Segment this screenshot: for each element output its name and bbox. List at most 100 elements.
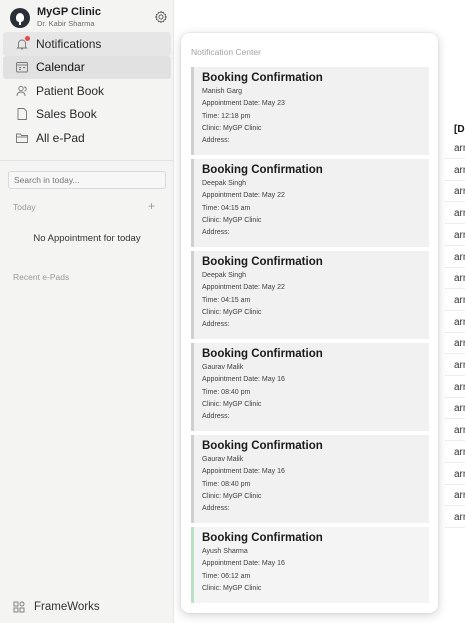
background-table-cell: arma — [454, 468, 465, 480]
clinic-name: Clinic: MyGP Clinic — [202, 124, 262, 132]
appointment-date: Appointment Date: May 22 — [202, 192, 285, 200]
clinic-header[interactable]: MyGP Clinic Dr. Kabir Sharma — [10, 6, 170, 30]
background-row-divider — [445, 158, 465, 159]
address: Address: — [202, 321, 230, 329]
background-row-divider — [445, 483, 465, 485]
background-table-cell: arma — [454, 360, 465, 371]
background-row-divider — [445, 201, 465, 203]
today-search-input[interactable] — [8, 171, 166, 189]
appointment-time: Time: 08:40 pm — [202, 388, 251, 396]
today-section-label: Today — [13, 202, 36, 212]
background-row-divider — [445, 375, 465, 376]
clinic-logo — [10, 8, 30, 28]
appointment-time: Time: 06:12 am — [202, 572, 251, 580]
sidebar-item-label: Calendar — [36, 60, 85, 75]
notification-title: Booking Confirmation — [202, 440, 323, 452]
frameworks-button[interactable]: FrameWorks — [12, 600, 100, 614]
background-table-column — [453, 0, 465, 623]
background-row-divider — [445, 396, 465, 398]
add-appointment-button[interactable]: + — [148, 199, 155, 213]
background-row-divider — [445, 440, 465, 442]
notification-card[interactable]: Booking Confirmation Deepak Singh Appoin… — [191, 251, 429, 339]
background-row-divider — [445, 179, 465, 181]
background-table-cell: arma — [454, 294, 465, 306]
appointment-date: Appointment Date: May 16 — [202, 560, 285, 568]
background-table-cell: arma — [454, 511, 465, 523]
notification-title: Booking Confirmation — [202, 164, 323, 176]
recent-epads-label: Recent e-Pads — [13, 272, 70, 282]
background-table-cell: arma — [454, 381, 465, 393]
sidebar-item-label: Sales Book — [36, 107, 97, 122]
appointment-date: Appointment Date: May 23 — [202, 100, 285, 108]
background-table-cell: arma — [454, 186, 465, 198]
notification-card[interactable]: Booking Confirmation Gaurav Malik Appoin… — [191, 343, 429, 431]
background-row-divider — [445, 244, 465, 246]
appointment-date: Appointment Date: May 22 — [202, 284, 285, 292]
patient-name: Deepak Singh — [202, 272, 246, 279]
appointment-date: Appointment Date: May 16 — [202, 468, 285, 476]
patient-name: Gaurav Malik — [202, 456, 244, 463]
notification-dot — [25, 35, 30, 41]
doctor-name: Dr. Kabir Sharma — [37, 19, 95, 28]
address: Address: — [202, 229, 230, 237]
patient-name: Ayush Sharma — [202, 548, 248, 555]
notification-center-title: Notification Center — [191, 47, 261, 57]
sidebar-item-all-epad[interactable]: All e-Pad — [3, 126, 171, 150]
background-column-header: [Doct — [454, 124, 465, 135]
background-table-cell: arma — [454, 164, 465, 176]
background-table-cell: arma — [454, 403, 465, 415]
notification-title: Booking Confirmation — [202, 532, 323, 544]
clinic-name: Clinic: MyGP Clinic — [202, 400, 262, 408]
address: Address: — [202, 505, 230, 513]
clinic-name: Clinic: MyGP Clinic — [202, 216, 262, 224]
grid-icon — [12, 600, 26, 614]
notification-title: Booking Confirmation — [202, 256, 323, 268]
background-table-cell: arma — [454, 446, 465, 458]
background-table-cell: arma — [454, 316, 465, 328]
notification-card-unread[interactable]: Booking Confirmation Ayush Sharma Appoin… — [191, 527, 429, 603]
people-icon — [15, 84, 29, 98]
notification-title: Booking Confirmation — [202, 348, 323, 360]
appointment-date: Appointment Date: May 16 — [202, 376, 285, 384]
notification-card[interactable]: Booking Confirmation Manish Garg Appoint… — [191, 67, 429, 155]
background-row-divider — [445, 288, 465, 290]
background-row-divider — [445, 505, 465, 507]
no-appointment-message: No Appointment for today — [33, 233, 141, 244]
background-table-cell: arma — [454, 338, 465, 350]
patient-name: Gaurav Malik — [202, 364, 244, 371]
clinic-name: Clinic: MyGP Clinic — [202, 584, 262, 592]
patient-name: Manish Garg — [202, 88, 243, 95]
document-icon — [15, 107, 29, 121]
sidebar-item-sales-book[interactable]: Sales Book — [3, 103, 171, 127]
sidebar-nav: Notifications Calendar Patient Book Sale… — [0, 32, 174, 150]
background-row-divider — [445, 223, 465, 225]
sidebar-item-patient-book[interactable]: Patient Book — [3, 79, 171, 103]
background-row-divider — [445, 353, 465, 355]
background-row-divider — [445, 266, 465, 268]
sidebar-item-label: Notifications — [36, 36, 102, 51]
appointment-time: Time: 04:15 am — [202, 296, 251, 304]
clinic-name: MyGP Clinic — [37, 6, 101, 18]
notification-card[interactable]: Booking Confirmation Deepak Singh Appoin… — [191, 159, 429, 247]
sidebar-item-label: All e-Pad — [36, 130, 85, 145]
gear-icon[interactable] — [154, 10, 168, 24]
clinic-name: Clinic: MyGP Clinic — [202, 492, 262, 500]
clinic-name: Clinic: MyGP Clinic — [202, 308, 262, 316]
calendar-icon — [15, 60, 29, 74]
background-row-divider — [445, 526, 465, 528]
sidebar-item-label: Patient Book — [36, 83, 105, 98]
notification-title: Booking Confirmation — [202, 72, 323, 84]
notification-card[interactable]: Booking Confirmation Gaurav Malik Appoin… — [191, 435, 429, 523]
sidebar-item-calendar[interactable]: Calendar — [3, 55, 171, 79]
background-row-divider — [445, 461, 465, 463]
sidebar-item-notifications[interactable]: Notifications — [3, 32, 171, 56]
background-table-cell: arma — [454, 490, 465, 502]
address: Address: — [202, 137, 230, 145]
background-table-cell: arma — [454, 251, 465, 263]
background-table-cell: arma — [454, 143, 465, 154]
patient-name: Deepak Singh — [202, 180, 246, 187]
folder-icon — [15, 131, 29, 145]
background-table-cell: arma — [454, 425, 465, 437]
notification-center-panel: Notification Center Booking Confirmation… — [181, 33, 438, 613]
sidebar-divider — [0, 160, 174, 161]
